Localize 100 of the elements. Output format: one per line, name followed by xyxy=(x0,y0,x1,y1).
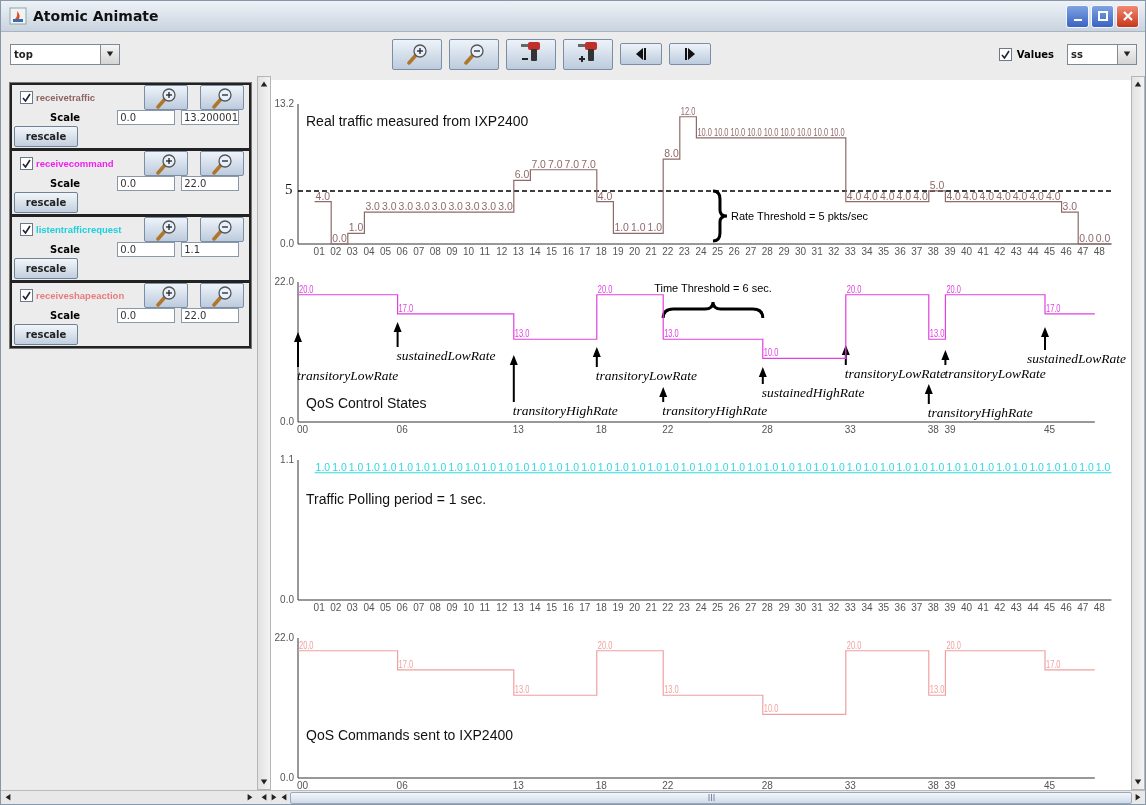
data-label: 1.0 xyxy=(465,461,479,473)
zoom-in-icon xyxy=(406,43,428,65)
signal-checkbox[interactable] xyxy=(20,289,33,302)
data-label: 1.0 xyxy=(348,461,363,473)
x-tick-label: 42 xyxy=(994,602,1006,613)
scale-max-field[interactable]: 13.200001 xyxy=(180,110,239,125)
view-select[interactable]: top xyxy=(10,43,120,65)
scale-max-field[interactable]: 22.0 xyxy=(181,308,239,323)
scroll-left-icon[interactable] xyxy=(280,793,288,802)
scale-max-field[interactable]: 22.0 xyxy=(181,176,239,191)
data-label: 1.0 xyxy=(714,461,728,473)
rescale-button[interactable]: rescale xyxy=(14,258,78,279)
y-tick-label: 1.1 xyxy=(280,453,294,465)
vertical-scrollbar[interactable] xyxy=(257,76,271,790)
data-label: 3.0 xyxy=(465,201,479,213)
data-label: 0.0 xyxy=(1095,233,1110,244)
scroll-left-icon[interactable] xyxy=(4,793,12,802)
zoom-out-icon xyxy=(211,284,233,307)
scroll-left-icon[interactable] xyxy=(260,793,268,802)
vertical-scrollbar[interactable] xyxy=(1131,76,1145,790)
scroll-up-icon[interactable] xyxy=(1134,80,1142,88)
horizontal-scrollbar[interactable] xyxy=(1,790,257,804)
signal-checkbox[interactable] xyxy=(20,91,33,104)
x-tick-label: 24 xyxy=(695,246,707,257)
x-tick-label: 38 xyxy=(927,780,939,790)
scroll-right-icon[interactable] xyxy=(246,793,254,802)
scroll-right-icon[interactable] xyxy=(270,793,278,802)
zoom-in-button[interactable] xyxy=(392,38,442,70)
rescale-button[interactable]: rescale xyxy=(14,192,78,213)
dropdown-arrow-icon[interactable] xyxy=(1123,50,1131,58)
data-label: 1.0 xyxy=(431,461,446,473)
minimize-button[interactable] xyxy=(1066,4,1089,28)
data-label: 1.0 xyxy=(498,461,513,473)
scale-min-field[interactable]: 0.0 xyxy=(117,308,176,323)
drill-plus-button[interactable] xyxy=(563,38,613,70)
data-label: 4.0 xyxy=(979,190,994,202)
x-tick-label: 43 xyxy=(1010,602,1022,613)
rescale-button[interactable]: rescale xyxy=(14,126,78,147)
scroll-down-icon[interactable] xyxy=(1134,778,1142,786)
zoom-out-button[interactable] xyxy=(449,38,499,70)
x-tick-label: 32 xyxy=(828,602,840,613)
data-label: 20.0 xyxy=(846,639,867,651)
x-tick-label: 10 xyxy=(463,246,475,257)
data-label: 13.0 xyxy=(664,328,684,340)
signal-checkbox[interactable] xyxy=(20,157,33,170)
x-tick-label: 29 xyxy=(778,246,790,257)
zoom-in-icon xyxy=(155,284,177,307)
step-back-button[interactable] xyxy=(620,43,662,65)
data-label: 3.0 xyxy=(1062,201,1077,213)
scroll-up-icon[interactable] xyxy=(260,80,268,88)
scroll-right-icon[interactable] xyxy=(1134,793,1142,802)
zoom-out-button[interactable] xyxy=(200,85,244,110)
format-select[interactable]: ss xyxy=(1067,43,1137,65)
scale-max-field[interactable]: 1.1 xyxy=(181,242,239,257)
zoom-in-button[interactable] xyxy=(144,151,188,176)
data-label: 1.0 xyxy=(813,461,828,473)
zoom-out-button[interactable] xyxy=(200,283,244,308)
scale-min-field[interactable]: 0.0 xyxy=(117,242,176,257)
data-label: 4.0 xyxy=(597,190,612,202)
x-tick-label: 27 xyxy=(745,246,757,257)
x-tick-label: 23 xyxy=(678,246,690,257)
zoom-in-button[interactable] xyxy=(144,283,188,308)
zoom-in-icon xyxy=(155,86,177,109)
scale-min-field[interactable]: 0.0 xyxy=(117,176,176,191)
data-label: 20.0 xyxy=(597,283,618,295)
scale-min-field[interactable]: 0.0 xyxy=(117,110,175,125)
y-tick-label: 0.0 xyxy=(280,415,294,427)
step-forward-button[interactable] xyxy=(669,43,711,65)
data-label: 4.0 xyxy=(946,190,961,202)
zoom-out-button[interactable] xyxy=(200,151,244,176)
data-label: 1.0 xyxy=(415,461,430,473)
maximize-button[interactable] xyxy=(1091,4,1114,28)
data-label: 1.0 xyxy=(913,461,928,473)
values-checkbox[interactable] xyxy=(998,47,1012,61)
close-icon xyxy=(1122,11,1133,21)
data-label: 1.0 xyxy=(929,461,944,473)
x-tick-label: 18 xyxy=(595,246,607,257)
data-label: 1.0 xyxy=(896,461,911,473)
data-label: 1.0 xyxy=(846,461,861,473)
drill-minus-button[interactable] xyxy=(506,38,556,70)
signal-checkbox[interactable] xyxy=(20,223,33,236)
data-label: 1.0 xyxy=(614,222,629,234)
x-tick-label: 06 xyxy=(396,780,408,790)
step-forward-icon xyxy=(683,48,697,60)
rescale-button[interactable]: rescale xyxy=(14,324,78,345)
zoom-out-button[interactable] xyxy=(200,217,244,242)
close-button[interactable] xyxy=(1116,4,1139,28)
dropdown-arrow-icon[interactable] xyxy=(106,50,114,58)
x-tick-label: 43 xyxy=(1010,246,1022,257)
x-tick-label: 34 xyxy=(861,246,873,257)
grip-icon xyxy=(707,794,715,801)
zoom-in-button[interactable] xyxy=(144,85,188,110)
x-tick-label: 20 xyxy=(629,246,641,257)
x-tick-label: 10 xyxy=(463,602,475,613)
zoom-in-button[interactable] xyxy=(144,217,188,242)
x-tick-label: 45 xyxy=(1044,424,1056,435)
signal-name: listentrafficrequest xyxy=(36,224,122,235)
data-label: 4.0 xyxy=(963,190,977,202)
scroll-down-icon[interactable] xyxy=(260,778,268,786)
x-tick-label: 14 xyxy=(529,246,541,257)
